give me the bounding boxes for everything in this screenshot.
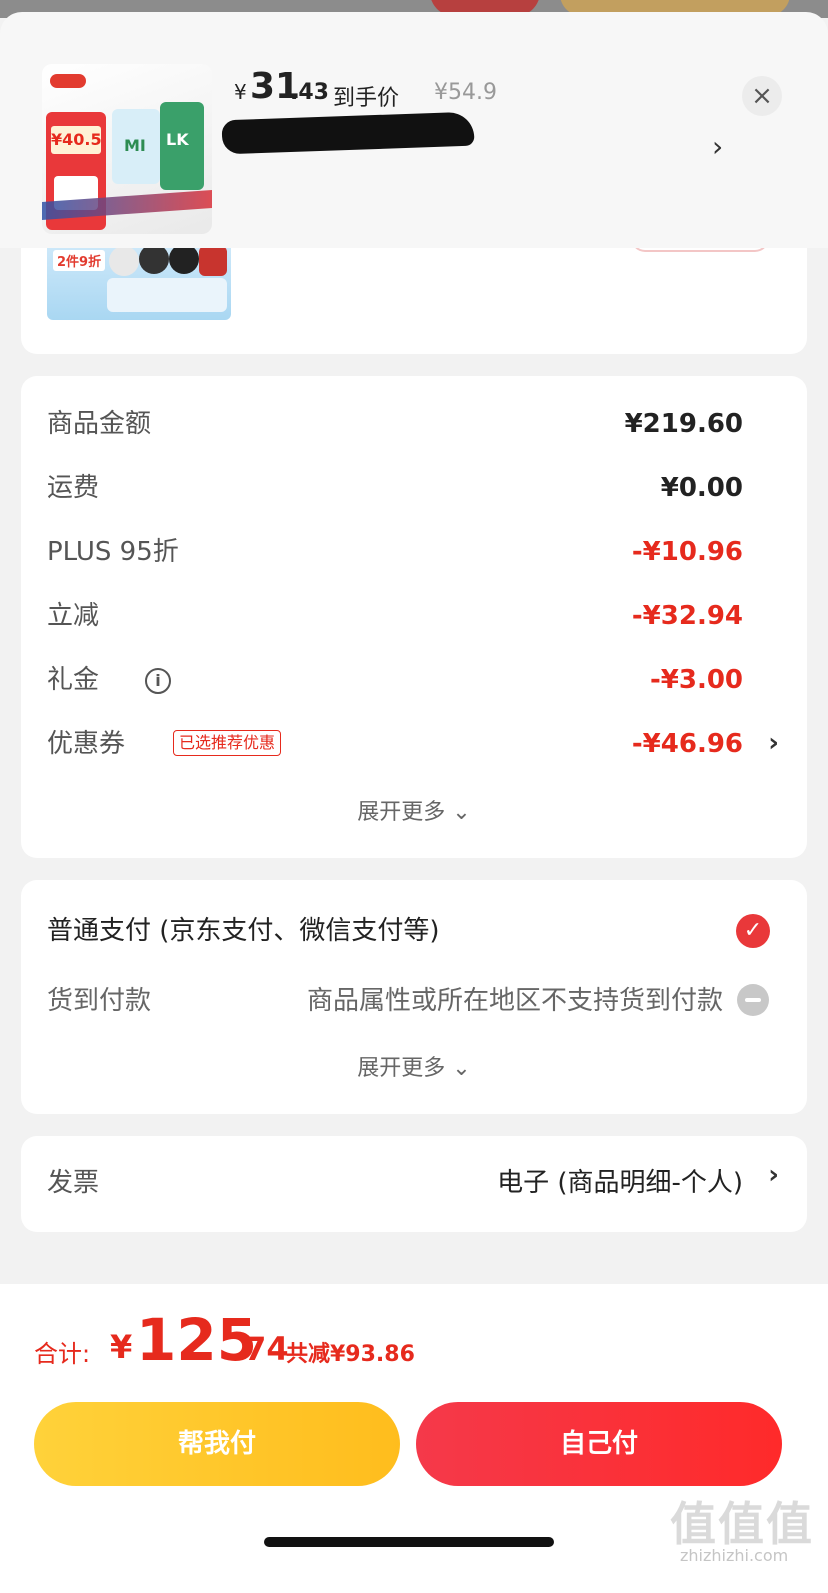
chevron-right-icon[interactable]: › <box>712 130 723 163</box>
animal-figure <box>139 244 169 274</box>
price-summary-card: 商品金额 ¥219.60 运费 ¥0.00 PLUS 95折 -¥10.96 立… <box>21 376 807 858</box>
row-value: ¥0.00 <box>660 473 743 503</box>
summary-row-gift-money: 礼金 i -¥3.00 <box>47 660 743 700</box>
row-label: PLUS 95折 <box>47 537 179 567</box>
original-price: ¥54.9 <box>434 80 497 105</box>
invoice-value: 电子 (商品明细-个人) <box>497 1168 743 1198</box>
row-label: 优惠券 <box>47 729 126 759</box>
total-currency: ¥ <box>110 1328 133 1366</box>
promo-badge: 2件9折 <box>53 250 106 271</box>
animal-figure <box>169 244 199 274</box>
info-icon[interactable]: i <box>145 668 171 694</box>
watermark-logo: 值值值 <box>670 1497 814 1551</box>
row-value: -¥46.96 <box>631 729 743 759</box>
final-price-decimal: .43 <box>290 80 329 105</box>
watermark-url: zhizhizhi.com <box>680 1546 789 1565</box>
payment-method-card: 普通支付 (京东支付、微信支付等) ✓ 货到付款 商品属性或所在地区不支持货到付… <box>21 880 807 1114</box>
carton-text: MI <box>124 136 146 155</box>
total-decimal: .74 <box>232 1330 289 1368</box>
thumb-price: ¥40.5 <box>51 126 102 154</box>
row-label: 立减 <box>47 601 100 631</box>
row-value: ¥219.60 <box>624 409 743 439</box>
row-label: 商品金额 <box>47 409 152 439</box>
summary-row-shipping: 运费 ¥0.00 <box>47 468 743 508</box>
coupon-recommend-badge: 已选推荐优惠 <box>173 730 282 756</box>
payment-option-cod: 货到付款 <box>47 986 152 1016</box>
row-label: 运费 <box>47 473 100 503</box>
row-value: -¥32.94 <box>631 601 743 631</box>
product-header: ¥40.5 MI LK ¥ 31 .43 到手价 ¥54.9 › × <box>0 12 828 248</box>
redacted-product-title <box>221 111 475 155</box>
row-label: 礼金 <box>47 665 100 695</box>
help-pay-button[interactable]: 帮我付 <box>34 1402 400 1486</box>
expand-more-button[interactable]: 展开更多 ⌄ <box>21 794 807 826</box>
summary-row-coupon[interactable]: 优惠券 已选推荐优惠 -¥46.96 <box>47 724 743 764</box>
chevron-right-icon[interactable]: › <box>768 728 779 758</box>
total-saved: 共减¥93.86 <box>286 1342 415 1367</box>
row-value: -¥3.00 <box>649 665 743 695</box>
check-circle-icon[interactable]: ✓ <box>736 914 770 948</box>
animal-figure <box>109 246 139 276</box>
final-price-label: 到手价 <box>333 86 400 111</box>
home-indicator[interactable] <box>264 1537 554 1547</box>
payment-option-standard[interactable]: 普通支付 (京东支付、微信支付等) <box>47 910 440 947</box>
product-image[interactable]: 2件9折 <box>47 242 231 320</box>
total-label: 合计: <box>34 1340 91 1368</box>
brand-logo <box>50 74 86 88</box>
summary-row-instant-discount: 立减 -¥32.94 <box>47 596 743 636</box>
expand-more-button[interactable]: 展开更多 ⌄ <box>21 1050 807 1082</box>
summary-row-plus-discount: PLUS 95折 -¥10.96 <box>47 532 743 572</box>
close-button[interactable]: × <box>742 76 782 116</box>
cod-unavailable-note: 商品属性或所在地区不支持货到付款 <box>306 986 723 1016</box>
product-thumbnail[interactable]: ¥40.5 MI LK <box>42 64 212 234</box>
invoice-label: 发票 <box>47 1168 100 1198</box>
carton-text: LK <box>166 130 189 149</box>
close-icon: × <box>751 81 773 111</box>
self-pay-button[interactable]: 自己付 <box>416 1402 782 1486</box>
summary-row-goods-amount: 商品金额 ¥219.60 <box>47 404 743 444</box>
minus-circle-icon <box>737 984 769 1016</box>
row-value: -¥10.96 <box>631 537 743 567</box>
invoice-card[interactable]: 发票 电子 (商品明细-个人) › <box>21 1136 807 1232</box>
price-currency: ¥ <box>234 80 247 104</box>
bottles-graphic <box>107 278 227 312</box>
animal-figure <box>199 246 227 276</box>
chevron-right-icon[interactable]: › <box>768 1160 779 1190</box>
